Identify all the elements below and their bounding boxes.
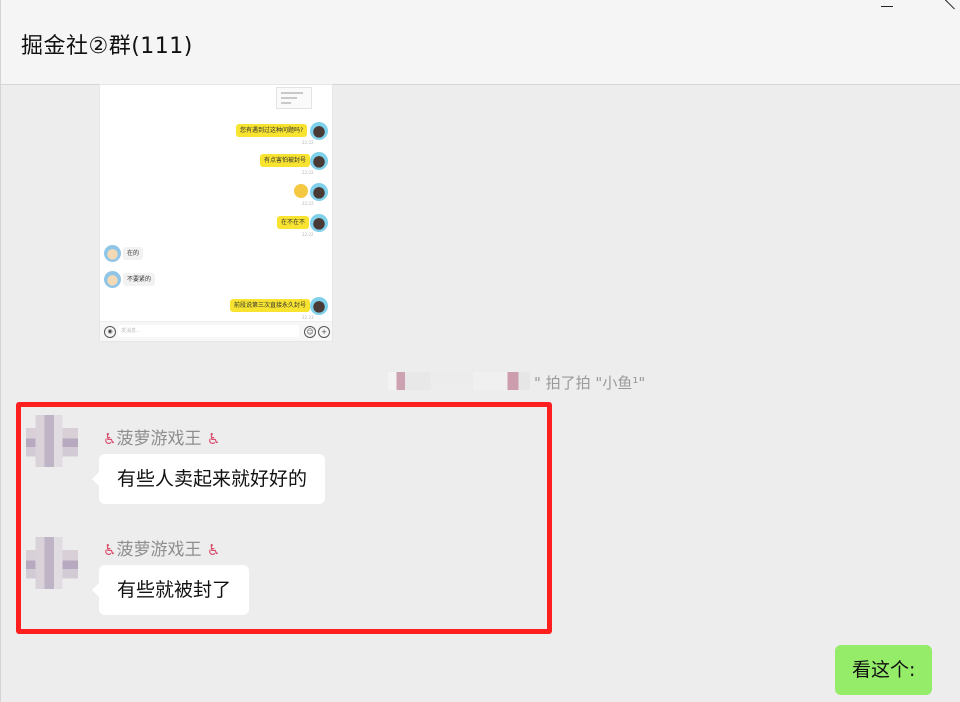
mini-input-bar: ◉ 发消息... ☺ + [100, 321, 332, 341]
smile-emoji-icon [294, 184, 308, 198]
chat-title: 掘金社②群(111) [21, 34, 193, 59]
blurred-nickname [388, 372, 530, 390]
mini-avatar [310, 152, 328, 170]
system-notice-text: " 拍了拍 "小鱼¹" [534, 374, 646, 392]
mini-avatar [310, 183, 328, 201]
shared-screenshot-image[interactable]: 您有遇到过这种问题吗? 22:22 有点害怕被封号 22:22 22:22 在不… [100, 85, 332, 341]
mini-bubble: 有点害怕被封号 [260, 154, 311, 167]
mini-avatar [104, 271, 121, 288]
mini-avatar [310, 122, 328, 140]
mini-time: 22:23 [302, 315, 314, 320]
mic-icon: ◉ [104, 326, 116, 338]
mini-time: 22:22 [302, 170, 314, 175]
minimize-icon[interactable] [881, 6, 893, 7]
mini-link-card [276, 87, 312, 109]
mini-time: 22:22 [302, 201, 314, 206]
close-icon[interactable] [945, 0, 959, 12]
mini-avatar [104, 245, 121, 262]
mini-bubble: 在不在不 [277, 216, 310, 229]
mini-bubble: 您有遇到过这种问题吗? [236, 124, 308, 137]
plus-icon: + [318, 326, 330, 338]
window-left-border [0, 0, 1, 702]
chat-header: 掘金社②群(111) [1, 0, 960, 85]
my-message-bubble[interactable]: 看这个: [835, 645, 933, 695]
emoji-icon: ☺ [304, 326, 316, 338]
mini-bubble: 在的 [123, 247, 144, 260]
mini-input-field: 发消息... [118, 325, 299, 337]
mini-bubble: 前段说第三次直接永久封号 [230, 299, 311, 312]
mini-time: 22:22 [302, 232, 314, 237]
highlight-annotation-box [16, 402, 552, 634]
mini-avatar [310, 214, 328, 232]
mini-time: 22:22 [302, 140, 314, 145]
mini-avatar [310, 297, 328, 315]
mini-bubble: 不要紧的 [123, 273, 156, 286]
